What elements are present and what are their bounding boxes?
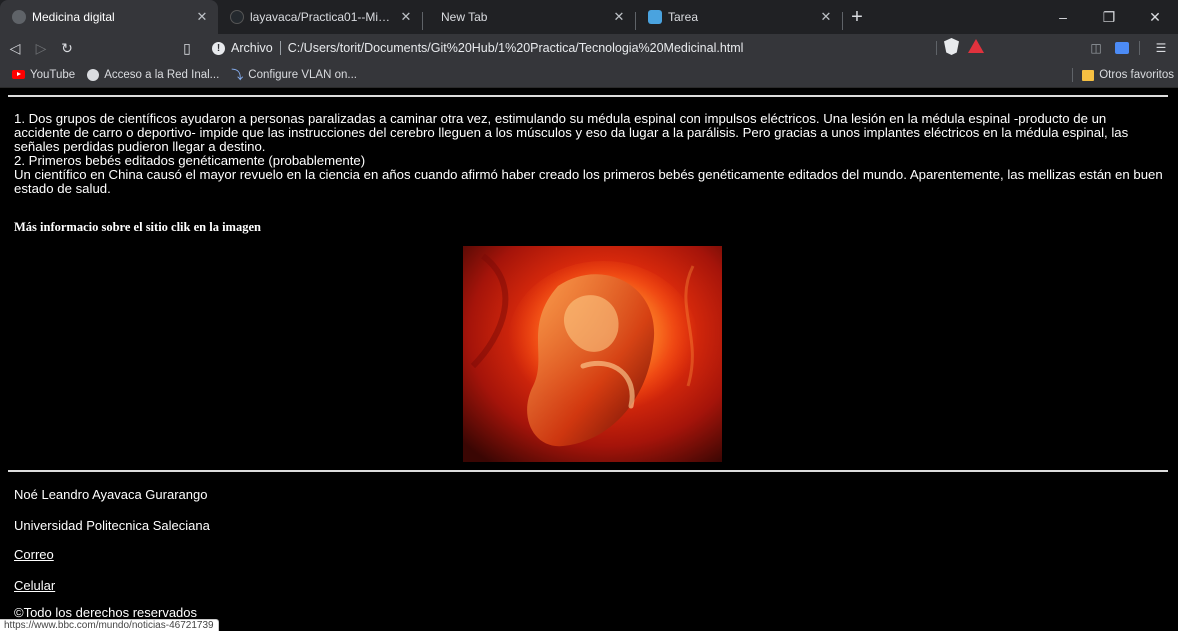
toolbar-right: ◫ ☰ [1081,37,1178,59]
status-url-bubble: https://www.bbc.com/mundo/noticias-46721… [0,619,219,631]
close-tab-icon[interactable]: ✕ [194,9,210,25]
browser-toolbar: ◁ ▷ ↻ ▯ ! Archivo C:/Users/torit/Documen… [0,34,1178,62]
more-info-text: Más informacio sobre el sitio clik en la… [14,220,261,234]
horizontal-rule-top [8,95,1168,97]
tab-github-blog[interactable]: layavaca/Practica01--Mi-Blog ✕ [218,0,422,34]
back-icon[interactable]: ◁ [4,37,26,59]
vlan-icon: ⤵ [231,68,244,82]
pdf-extension-icon[interactable]: ◫ [1085,37,1107,59]
github-favicon-icon [230,10,244,24]
bookmark-youtube[interactable]: YouTube [12,69,75,81]
bookmarks-bar: YouTube Acceso a la Red Inal... ⤵ Config… [0,62,1178,88]
close-tab-icon[interactable]: ✕ [398,9,414,25]
close-tab-icon[interactable]: ✕ [611,9,627,25]
toolbar-divider [1139,41,1140,55]
paragraph-spinal-cord: 1. Dos grupos de científicos ayudaron a … [14,111,1129,154]
url-text[interactable]: C:/Users/torit/Documents/Git%20Hub/1%20P… [288,41,744,55]
folder-icon [1082,69,1095,81]
tab-new-tab[interactable]: New Tab ✕ [423,0,635,34]
minimize-icon[interactable]: – [1040,0,1086,34]
restore-icon[interactable]: ❐ [1086,0,1132,34]
tab-title: layavaca/Practica01--Mi-Blog [250,10,392,24]
copyright-text: ©Todo los derechos reservados [14,605,198,620]
embryo-image-link[interactable] [463,246,722,462]
address-bar[interactable]: ! Archivo C:/Users/torit/Documents/Git%2… [202,37,1004,59]
close-window-icon[interactable]: ✕ [1132,0,1178,34]
globe-favicon-icon [12,10,26,24]
email-link[interactable]: Correo [14,547,54,562]
tab-medicina-digital[interactable]: Medicina digital ✕ [0,0,218,34]
horizontal-rule-bottom [8,470,1168,472]
bookmark-label: YouTube [30,68,76,81]
web-page: 1. Dos grupos de científicos ayudaron a … [0,89,1178,631]
bookmark-label: Configure VLAN on... [248,68,357,81]
author-name: Noé Leandro Ayavaca Gurarango [14,487,208,502]
close-tab-icon[interactable]: ✕ [818,9,834,25]
vertical-scrollbar[interactable] [1168,89,1178,631]
new-tab-button[interactable]: + [843,0,871,34]
menu-icon[interactable]: ☰ [1150,37,1172,59]
scheme-label: Archivo [231,41,273,55]
tab-strip: Medicina digital ✕ layavaca/Practica01--… [0,0,1178,34]
translate-extension-icon[interactable] [1111,37,1133,59]
tab-tarea[interactable]: Tarea ✕ [636,0,842,34]
globe-icon [87,68,100,81]
embryo-image [463,246,722,462]
article: 1. Dos grupos de científicos ayudaron a … [14,112,1166,196]
bookmark-red-inalambrica[interactable]: Acceso a la Red Inal... [87,68,220,81]
bookmark-icon[interactable]: ▯ [176,37,198,59]
bookmarks-divider [1072,68,1074,82]
forward-icon[interactable]: ▷ [30,37,52,59]
url-separator [279,41,281,55]
heading-edited-babies: 2. Primeros bebés editados genéticamente… [14,153,366,168]
bookmark-configure-vlan[interactable]: ⤵ Configure VLAN on... [231,66,357,83]
classroom-favicon-icon [648,10,662,24]
tab-title: Tarea [668,10,699,24]
reload-icon[interactable]: ↻ [56,37,78,59]
bookmark-label: Acceso a la Red Inal... [104,68,220,81]
window-controls: – ❐ ✕ [1040,0,1178,34]
info-icon[interactable]: ! [212,41,225,55]
other-bookmarks-label: Otros favoritos [1099,69,1174,81]
other-bookmarks[interactable]: Otros favoritos [1072,62,1174,88]
tab-title: New Tab [441,10,488,24]
youtube-icon [12,70,25,79]
tab-title: Medicina digital [32,10,115,24]
brave-rewards-icon[interactable] [968,39,984,53]
university-name: Universidad Politecnica Saleciana [14,518,210,533]
toolbar-divider [936,41,937,55]
paragraph-edited-babies: Un científico en China causó el mayor re… [14,167,1163,196]
phone-link[interactable]: Celular [14,578,55,593]
